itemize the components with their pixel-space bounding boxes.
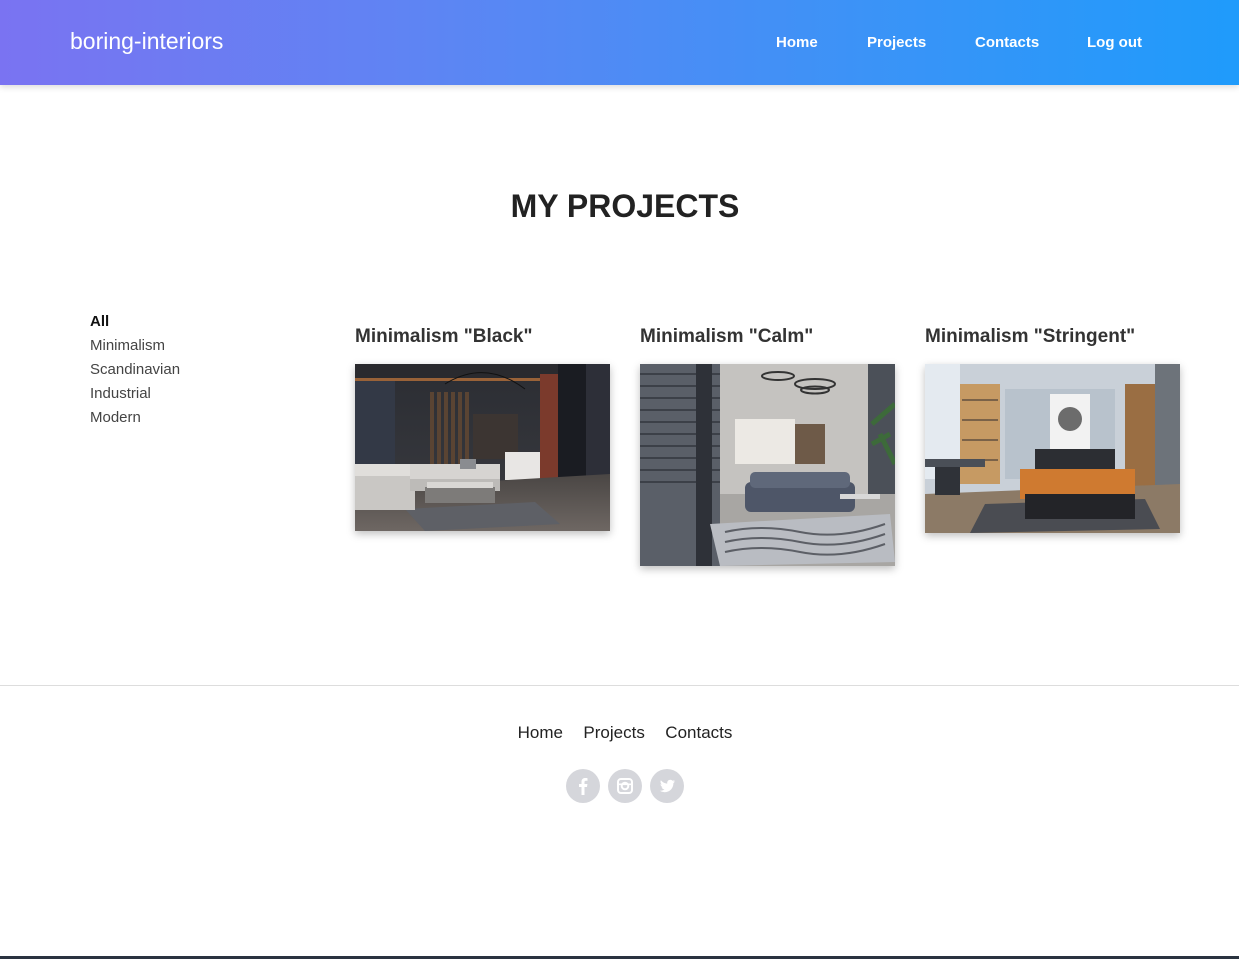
nav-contacts-link[interactable]: Contacts xyxy=(975,34,1039,51)
instagram-icon[interactable] xyxy=(608,769,642,803)
category-filter: All Minimalism Scandinavian Industrial M… xyxy=(90,310,180,430)
page-title: MY PROJECTS xyxy=(510,188,740,224)
footer-nav: Home Projects Contacts xyxy=(0,723,1239,743)
twitter-icon[interactable] xyxy=(650,769,684,803)
footer-home-link[interactable]: Home xyxy=(518,723,563,742)
filter-minimalism[interactable]: Minimalism xyxy=(90,334,180,358)
brand-logo[interactable]: boring-interiors xyxy=(70,28,223,55)
project-title[interactable]: Minimalism "Stringent" xyxy=(925,323,1180,350)
project-card[interactable]: Minimalism "Black" xyxy=(355,323,610,531)
project-image[interactable] xyxy=(925,364,1180,533)
facebook-icon[interactable] xyxy=(566,769,600,803)
project-card[interactable]: Minimalism "Stringent" xyxy=(925,323,1180,533)
footer-projects-link[interactable]: Projects xyxy=(583,723,644,742)
project-image[interactable] xyxy=(640,364,895,566)
project-title[interactable]: Minimalism "Black" xyxy=(355,323,610,350)
filter-modern[interactable]: Modern xyxy=(90,406,180,430)
filter-all[interactable]: All xyxy=(90,310,180,334)
filter-industrial[interactable]: Industrial xyxy=(90,382,180,406)
nav-projects-link[interactable]: Projects xyxy=(867,34,926,51)
project-card[interactable]: Minimalism "Calm" xyxy=(640,323,895,566)
project-title[interactable]: Minimalism "Calm" xyxy=(640,323,895,350)
project-image[interactable] xyxy=(355,364,610,531)
filter-scandinavian[interactable]: Scandinavian xyxy=(90,358,180,382)
footer-contacts-link[interactable]: Contacts xyxy=(665,723,732,742)
footer-divider xyxy=(0,685,1239,686)
nav-logout-link[interactable]: Log out xyxy=(1087,34,1142,51)
nav-home-link[interactable]: Home xyxy=(776,34,818,51)
navbar: boring-interiors Home Projects Contacts … xyxy=(0,0,1239,85)
